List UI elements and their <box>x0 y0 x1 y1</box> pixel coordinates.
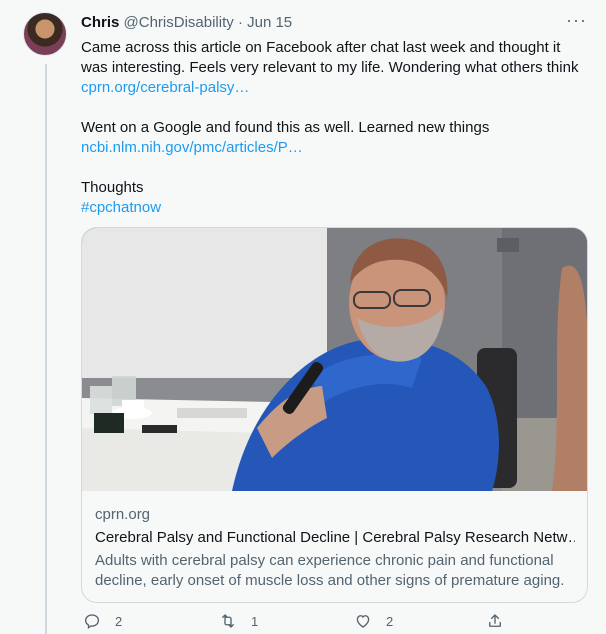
article-link-1[interactable]: cprn.org/cerebral-palsy… <box>81 78 581 98</box>
card-title[interactable]: Cerebral Palsy and Functional Decline | … <box>95 528 575 548</box>
share-icon <box>489 614 501 627</box>
reply-button[interactable]: 2 <box>83 612 122 630</box>
text-line: Came across this article on Facebook aft… <box>81 39 561 56</box>
author-handle[interactable]: @ChrisDisability <box>124 14 234 31</box>
card-description-line: decline, early onset of muscle loss and … <box>95 572 565 589</box>
author-name[interactable]: Chris <box>81 14 119 31</box>
retweet-icon <box>222 614 234 628</box>
card-meta: cprn.org Cerebral Palsy and Functional D… <box>82 491 587 591</box>
card-domain: cprn.org <box>95 506 151 523</box>
tweet-text: Came across this article on Facebook aft… <box>81 38 581 218</box>
text-line: Went on a Google and found this as well.… <box>81 119 490 136</box>
reply-count: 2 <box>115 613 123 629</box>
text-line: Thoughts <box>81 179 144 196</box>
link-preview-card[interactable]: cprn.org Cerebral Palsy and Functional D… <box>81 227 588 603</box>
like-icon <box>356 615 370 628</box>
avatar[interactable] <box>23 12 67 56</box>
card-description-line: Adults with cerebral palsy can experienc… <box>95 552 554 569</box>
action-bar: 2 1 2 <box>81 612 511 632</box>
thread-line <box>45 64 47 634</box>
reply-icon <box>84 614 100 630</box>
article-link-2[interactable]: ncbi.nlm.nih.gov/pmc/articles/P… <box>81 138 581 158</box>
share-button[interactable] <box>486 612 504 630</box>
like-button[interactable]: 2 <box>354 612 393 630</box>
retweet-button[interactable]: 1 <box>219 612 258 630</box>
hashtag-link[interactable]: #cpchatnow <box>81 198 581 218</box>
separator: · <box>237 14 243 31</box>
tweet-header: Chris @ChrisDisability · Jun 15 <box>81 14 292 32</box>
text-line: was interesting. Feels very relevant to … <box>81 59 579 76</box>
card-photo <box>82 228 587 491</box>
card-image[interactable] <box>82 228 587 491</box>
retweet-count: 1 <box>251 613 259 629</box>
card-description: Adults with cerebral palsy can experienc… <box>95 551 575 591</box>
like-count: 2 <box>386 613 394 629</box>
tweet-date[interactable]: Jun 15 <box>247 14 292 31</box>
tweet[interactable]: Chris @ChrisDisability · Jun 15 ··· Came… <box>0 0 606 634</box>
more-icon[interactable]: ··· <box>566 10 587 31</box>
